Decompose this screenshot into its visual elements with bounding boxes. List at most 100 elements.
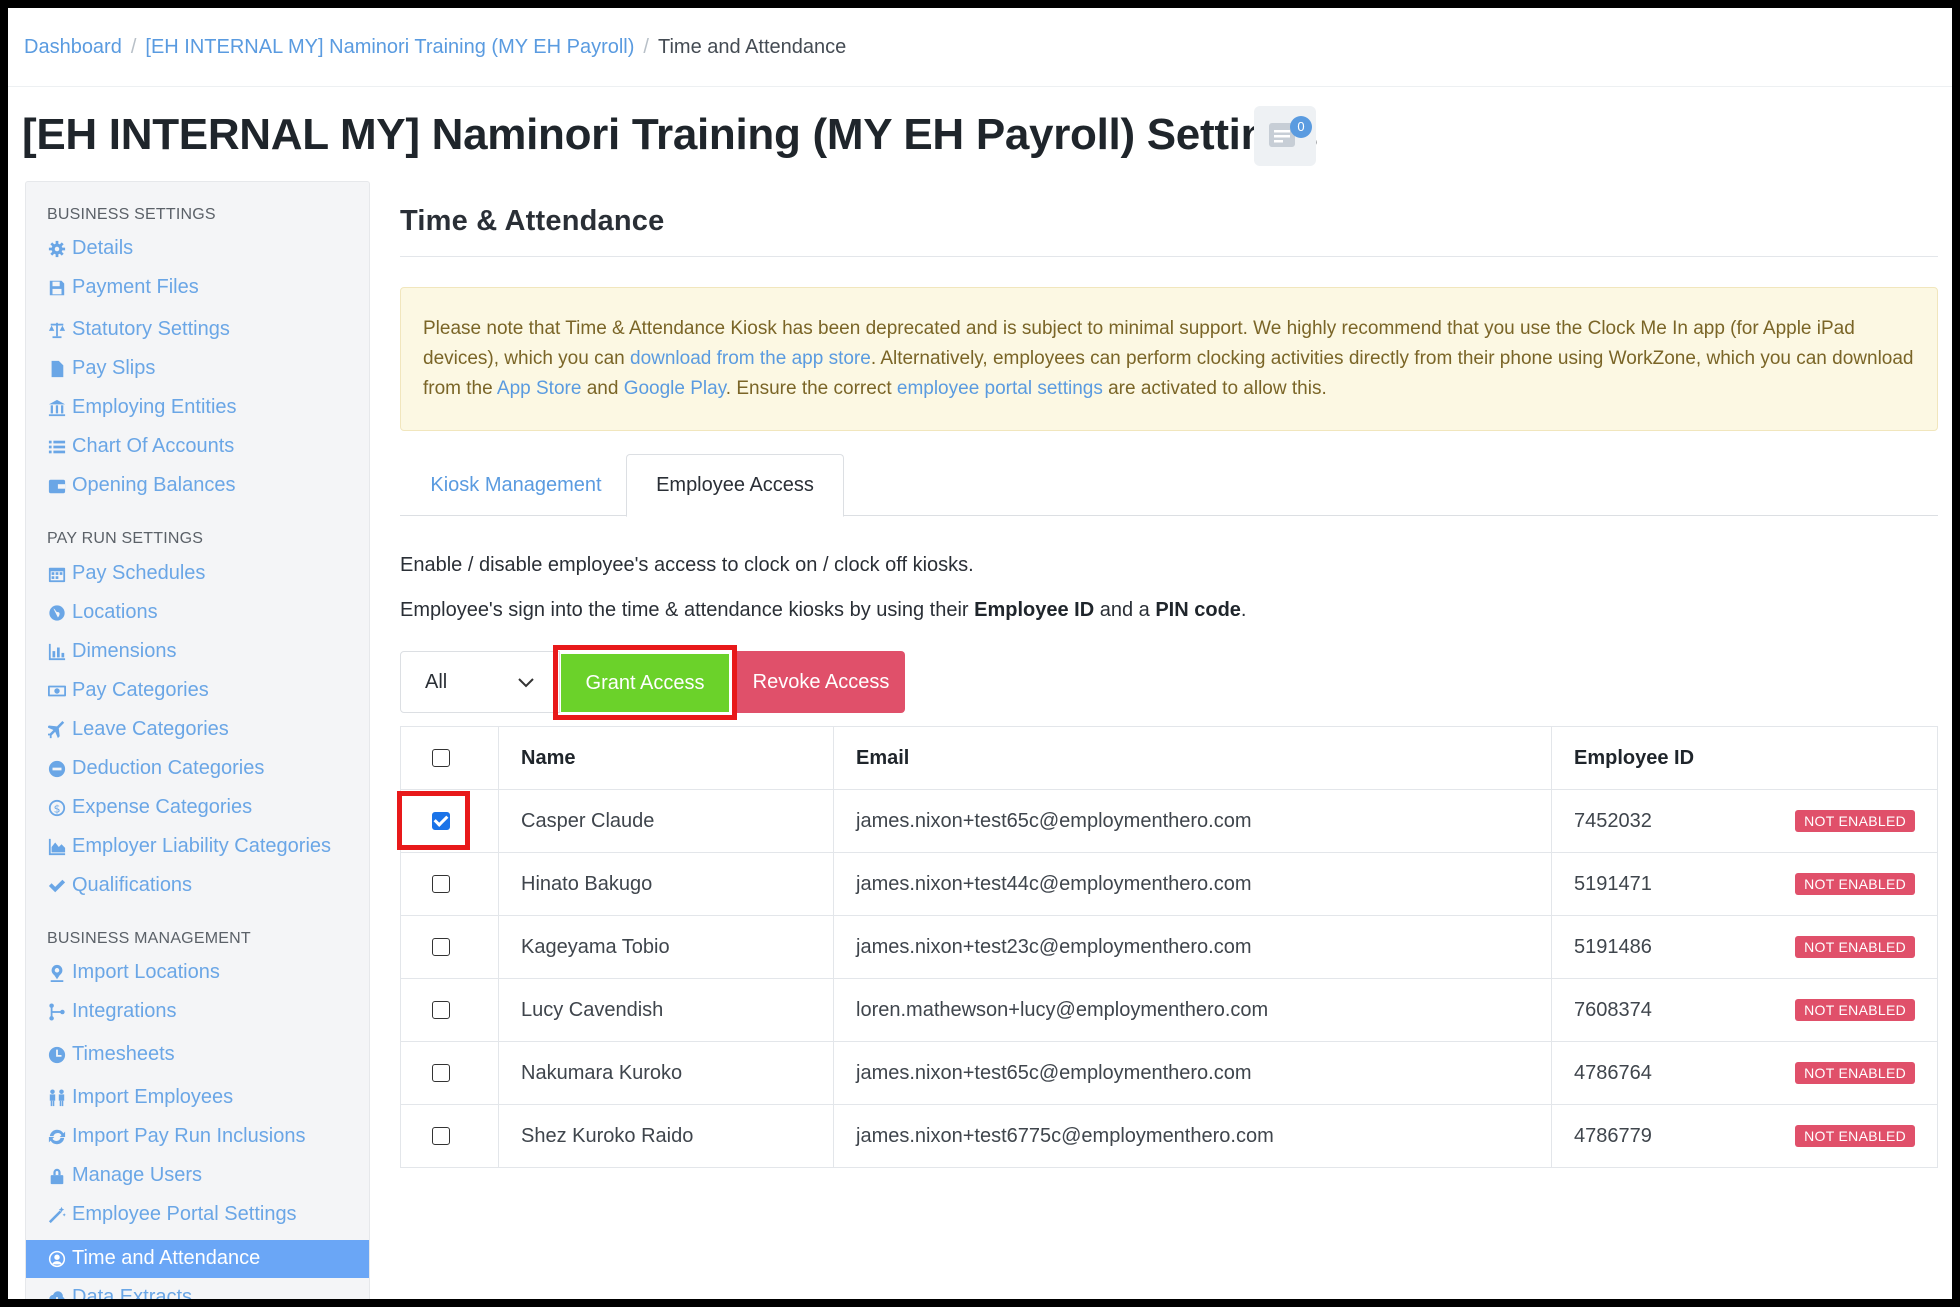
column-header-email[interactable]: Email bbox=[833, 726, 1552, 790]
row-checkbox[interactable] bbox=[432, 1001, 450, 1020]
sidebar-item-label: Dimensions bbox=[72, 640, 177, 662]
employee-id-cell: 4786764 NOT ENABLED bbox=[1551, 1041, 1938, 1105]
refresh-icon bbox=[47, 1127, 67, 1147]
sidebar-item-import-pay-run-inclusions[interactable]: Import Pay Run Inclusions bbox=[47, 1125, 305, 1148]
table-row: Kageyama Tobio james.nixon+test23c@emplo… bbox=[400, 915, 1938, 979]
sidebar-item-chart-of-accounts[interactable]: Chart Of Accounts bbox=[47, 435, 234, 458]
sidebar-item-import-locations[interactable]: Import Locations bbox=[47, 961, 220, 984]
svg-text:$: $ bbox=[54, 802, 61, 815]
sidebar-item-label: Data Extracts bbox=[72, 1286, 193, 1299]
sidebar-item-label: Opening Balances bbox=[72, 474, 236, 496]
sidebar-item-import-employees[interactable]: Import Employees bbox=[47, 1086, 233, 1109]
table-row: Nakumara Kuroko james.nixon+test65c@empl… bbox=[400, 1041, 1938, 1105]
select-all-cell bbox=[400, 726, 499, 790]
breadcrumb-business[interactable]: [EH INTERNAL MY] Naminori Training (MY E… bbox=[145, 36, 634, 59]
revoke-access-button[interactable]: Revoke Access bbox=[737, 651, 905, 713]
description-text: and a bbox=[1094, 599, 1156, 621]
sidebar-heading-business-settings: BUSINESS SETTINGS bbox=[47, 206, 216, 223]
sidebar-item-details[interactable]: Details bbox=[47, 237, 133, 260]
sidebar-item-statutory-settings[interactable]: Statutory Settings bbox=[47, 318, 230, 341]
employee-email: james.nixon+test6775c@employmenthero.com bbox=[833, 1104, 1552, 1168]
tab-employee-access[interactable]: Employee Access bbox=[626, 454, 844, 517]
google-play-link[interactable]: Google Play bbox=[624, 378, 726, 399]
breadcrumb-current: Time and Attendance bbox=[657, 36, 847, 58]
sidebar-item-label: Pay Categories bbox=[72, 679, 209, 701]
sidebar-item-expense-categories[interactable]: $ Expense Categories bbox=[47, 796, 252, 819]
column-header-name[interactable]: Name bbox=[498, 726, 834, 790]
status-badge: NOT ENABLED bbox=[1795, 1125, 1915, 1147]
sidebar-item-deduction-categories[interactable]: Deduction Categories bbox=[47, 757, 264, 780]
table-row: Casper Claude james.nixon+test65c@employ… bbox=[400, 789, 1938, 853]
employee-email: james.nixon+test23c@employmenthero.com bbox=[833, 915, 1552, 979]
employee-email: james.nixon+test65c@employmenthero.com bbox=[833, 1041, 1552, 1105]
sidebar-item-leave-categories[interactable]: Leave Categories bbox=[47, 718, 229, 741]
gear-icon bbox=[47, 239, 67, 259]
employee-name: Lucy Cavendish bbox=[498, 978, 834, 1042]
row-checkbox-cell bbox=[400, 1041, 499, 1105]
status-badge: NOT ENABLED bbox=[1795, 810, 1915, 832]
divider bbox=[8, 86, 1952, 87]
sidebar-item-dimensions[interactable]: Dimensions bbox=[47, 640, 176, 663]
sidebar-item-integrations[interactable]: Integrations bbox=[47, 1000, 177, 1023]
access-description: Enable / disable employee's access to cl… bbox=[400, 554, 974, 576]
employee-id-cell: 7452032 NOT ENABLED bbox=[1551, 789, 1938, 853]
sidebar-item-employee-portal-settings[interactable]: Employee Portal Settings bbox=[47, 1203, 297, 1226]
employee-email: loren.mathewson+lucy@employmenthero.com bbox=[833, 978, 1552, 1042]
sidebar-item-timesheets[interactable]: Timesheets bbox=[47, 1043, 175, 1066]
notes-button[interactable]: 0 bbox=[1254, 106, 1316, 166]
sidebar-item-pay-slips[interactable]: Pay Slips bbox=[47, 357, 155, 380]
sidebar-item-locations[interactable]: Locations bbox=[47, 601, 158, 624]
sidebar-item-label: Qualifications bbox=[72, 874, 193, 896]
employee-name: Kageyama Tobio bbox=[498, 915, 834, 979]
employee-name: Hinato Bakugo bbox=[498, 852, 834, 916]
grant-access-button[interactable]: Grant Access bbox=[561, 654, 729, 712]
row-checkbox[interactable] bbox=[432, 875, 450, 894]
employee-id-cell: 4786779 NOT ENABLED bbox=[1551, 1104, 1938, 1168]
sidebar-item-qualifications[interactable]: Qualifications bbox=[47, 874, 192, 897]
globe-icon bbox=[47, 603, 67, 623]
sidebar-item-label: Employing Entities bbox=[72, 396, 237, 418]
app-window: Dashboard / [EH INTERNAL MY] Naminori Tr… bbox=[8, 8, 1952, 1299]
sidebar-item-time-and-attendance[interactable]: Time and Attendance bbox=[26, 1240, 369, 1278]
breadcrumb-dashboard[interactable]: Dashboard bbox=[24, 36, 122, 59]
app-store-download-link[interactable]: download from the app store bbox=[630, 348, 871, 369]
sidebar-item-payment-files[interactable]: Payment Files bbox=[47, 276, 199, 299]
sidebar-heading-pay-run-settings: PAY RUN SETTINGS bbox=[47, 530, 204, 547]
employee-portal-settings-link[interactable]: employee portal settings bbox=[897, 378, 1103, 399]
sidebar-item-employing-entities[interactable]: Employing Entities bbox=[47, 396, 237, 419]
app-store-link[interactable]: App Store bbox=[497, 378, 582, 399]
sidebar-item-label: Import Locations bbox=[72, 961, 220, 983]
employee-name: Nakumara Kuroko bbox=[498, 1041, 834, 1105]
sidebar-item-label: Leave Categories bbox=[72, 718, 229, 740]
access-filter-select[interactable]: All bbox=[400, 651, 560, 713]
row-checkbox[interactable] bbox=[432, 1127, 450, 1146]
sidebar-item-employer-liability-categories[interactable]: Employer Liability Categories bbox=[47, 835, 331, 858]
section-title: Time & Attendance bbox=[400, 205, 665, 237]
row-checkbox[interactable] bbox=[432, 1064, 450, 1083]
sidebar-item-data-extracts[interactable]: Data Extracts bbox=[47, 1286, 192, 1299]
breadcrumb-separator: / bbox=[643, 36, 649, 58]
bar-chart-icon bbox=[47, 642, 67, 662]
tab-kiosk-management[interactable]: Kiosk Management bbox=[400, 454, 632, 516]
select-all-checkbox[interactable] bbox=[432, 749, 450, 768]
plane-icon bbox=[47, 720, 67, 740]
row-checkbox-cell bbox=[400, 852, 499, 916]
sidebar-item-opening-balances[interactable]: Opening Balances bbox=[47, 474, 235, 497]
employee-id: 7452032 bbox=[1574, 809, 1652, 832]
row-checkbox[interactable] bbox=[432, 938, 450, 957]
list-icon bbox=[47, 437, 67, 457]
filter-value: All bbox=[425, 670, 448, 693]
employee-name: Casper Claude bbox=[498, 789, 834, 853]
table-header-row: Name Email Employee ID bbox=[400, 726, 1938, 790]
sidebar-item-label: Statutory Settings bbox=[72, 318, 230, 340]
row-checkbox-cell bbox=[400, 1104, 499, 1168]
chevron-down-icon bbox=[518, 678, 534, 688]
sidebar-item-pay-categories[interactable]: Pay Categories bbox=[47, 679, 209, 702]
cloud-download-icon bbox=[47, 1288, 67, 1299]
magic-wand-icon bbox=[47, 1205, 67, 1225]
breadcrumb-separator: / bbox=[130, 36, 137, 58]
sidebar-item-pay-schedules[interactable]: Pay Schedules bbox=[47, 562, 205, 585]
sidebar-item-label: Locations bbox=[72, 601, 158, 623]
column-header-employee-id[interactable]: Employee ID bbox=[1551, 726, 1938, 790]
sidebar-item-manage-users[interactable]: Manage Users bbox=[47, 1164, 202, 1187]
